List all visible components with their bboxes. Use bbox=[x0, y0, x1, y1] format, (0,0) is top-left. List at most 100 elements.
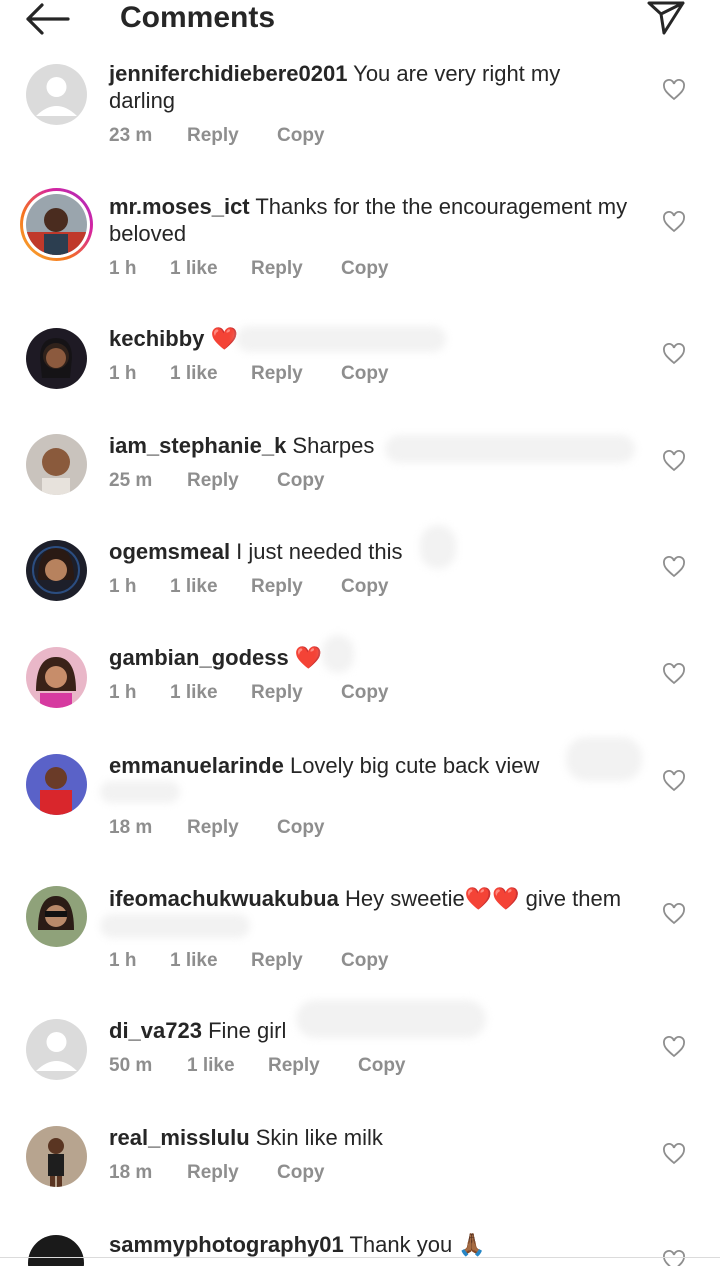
default-avatar-icon bbox=[36, 1032, 77, 1071]
profile-photo bbox=[26, 647, 87, 708]
blur-smudge bbox=[385, 435, 635, 463]
comment-time: 50 m bbox=[109, 1055, 153, 1076]
avatar[interactable] bbox=[26, 1233, 87, 1266]
reply-button[interactable]: Reply bbox=[187, 468, 239, 494]
comment-body: Lovely big cute back view bbox=[283, 753, 540, 778]
avatar[interactable] bbox=[26, 434, 87, 495]
heart-icon[interactable] bbox=[662, 663, 686, 685]
page-title: Comments bbox=[120, 1, 276, 34]
heart-icon[interactable] bbox=[662, 903, 686, 925]
copy-button[interactable]: Copy bbox=[358, 1053, 406, 1079]
comment-time: 23 m bbox=[109, 125, 153, 146]
avatar[interactable] bbox=[26, 540, 87, 601]
comment-body: Skin like milk bbox=[249, 1125, 383, 1150]
reply-button[interactable]: Reply bbox=[251, 680, 303, 706]
heart-icon[interactable] bbox=[662, 343, 686, 365]
heart-icon[interactable] bbox=[662, 450, 686, 472]
comment-time: 1 h bbox=[109, 576, 137, 597]
heart-icon[interactable] bbox=[662, 1143, 686, 1165]
avatar[interactable] bbox=[20, 188, 93, 261]
heart-icon[interactable] bbox=[662, 770, 686, 792]
comment-text: real_misslulu Skin like milk bbox=[109, 1124, 629, 1151]
heart-icon[interactable] bbox=[662, 1250, 686, 1266]
avatar[interactable] bbox=[26, 647, 87, 708]
comment-username[interactable]: emmanuelarinde bbox=[109, 753, 284, 778]
comment-username[interactable]: jenniferchidiebere0201 bbox=[109, 61, 347, 86]
heart-icon[interactable] bbox=[662, 1036, 686, 1058]
reply-button[interactable]: Reply bbox=[251, 574, 303, 600]
comment-text: ifeomachukwuakubua Hey sweetie❤️❤️ give … bbox=[109, 885, 629, 912]
comment-username[interactable]: ifeomachukwuakubua bbox=[109, 886, 339, 911]
avatar[interactable] bbox=[26, 64, 87, 125]
likes-count[interactable]: 1 like bbox=[170, 256, 218, 282]
profile-photo bbox=[26, 540, 87, 601]
copy-button[interactable]: Copy bbox=[277, 468, 325, 494]
avatar[interactable] bbox=[26, 1019, 87, 1080]
blur-smudge bbox=[322, 635, 354, 673]
reply-button[interactable]: Reply bbox=[268, 1053, 320, 1079]
comment-username[interactable]: gambian_godess bbox=[109, 645, 289, 670]
copy-button[interactable]: Copy bbox=[341, 361, 389, 387]
header-bar: Comments bbox=[0, 0, 720, 40]
copy-button[interactable]: Copy bbox=[341, 256, 389, 282]
likes-count[interactable]: 1 like bbox=[170, 680, 218, 706]
comment-username[interactable]: sammyphotography01 bbox=[109, 1232, 344, 1257]
heart-icon[interactable] bbox=[662, 211, 686, 233]
reply-button[interactable]: Reply bbox=[251, 948, 303, 974]
comment-username[interactable]: ogemsmeal bbox=[109, 539, 230, 564]
avatar[interactable] bbox=[26, 328, 87, 389]
likes-count[interactable]: 1 like bbox=[187, 1053, 235, 1079]
comment-body: Thank you 🙏🏾 bbox=[343, 1232, 486, 1257]
heart-icon[interactable] bbox=[662, 556, 686, 578]
comment-text: ogemsmeal I just needed this bbox=[109, 538, 629, 565]
comment-body: ❤️ bbox=[204, 326, 238, 351]
comment-body: Sharpes bbox=[286, 433, 375, 458]
blur-smudge bbox=[296, 1000, 486, 1038]
blur-smudge bbox=[100, 914, 250, 938]
comment-time: 1 h bbox=[109, 682, 137, 703]
copy-button[interactable]: Copy bbox=[341, 680, 389, 706]
comment-username[interactable]: iam_stephanie_k bbox=[109, 433, 286, 458]
copy-button[interactable]: Copy bbox=[277, 1160, 325, 1186]
heart-icon[interactable] bbox=[662, 79, 686, 101]
comment-time: 1 h bbox=[109, 363, 137, 384]
profile-photo bbox=[26, 754, 87, 815]
back-arrow-icon[interactable] bbox=[24, 2, 70, 36]
copy-button[interactable]: Copy bbox=[277, 123, 325, 149]
reply-button[interactable]: Reply bbox=[187, 815, 239, 841]
send-icon[interactable] bbox=[646, 0, 686, 36]
copy-button[interactable]: Copy bbox=[341, 574, 389, 600]
comment-time: 18 m bbox=[109, 1162, 153, 1183]
comment-username[interactable]: mr.moses_ict bbox=[109, 194, 250, 219]
blur-smudge bbox=[420, 525, 456, 569]
comment-item: sammyphotography01 Thank you 🙏🏾 bbox=[0, 1230, 720, 1266]
comment-body: Hey sweetie❤️❤️ give them bbox=[338, 886, 622, 911]
comment-username[interactable]: di_va723 bbox=[109, 1018, 202, 1043]
comment-username[interactable]: real_misslulu bbox=[109, 1125, 250, 1150]
reply-button[interactable]: Reply bbox=[187, 123, 239, 149]
comment-text: sammyphotography01 Thank you 🙏🏾 bbox=[109, 1231, 629, 1258]
comment-time: 18 m bbox=[109, 817, 153, 838]
profile-photo bbox=[26, 194, 87, 255]
avatar[interactable] bbox=[26, 754, 87, 815]
comment-text: emmanuelarinde Lovely big cute back view bbox=[109, 752, 629, 779]
comment-text: jenniferchidiebere0201 You are very righ… bbox=[109, 60, 629, 114]
reply-button[interactable]: Reply bbox=[251, 361, 303, 387]
likes-count[interactable]: 1 like bbox=[170, 948, 218, 974]
likes-count[interactable]: 1 like bbox=[170, 574, 218, 600]
likes-count[interactable]: 1 like bbox=[170, 361, 218, 387]
comment-time: 25 m bbox=[109, 470, 153, 491]
copy-button[interactable]: Copy bbox=[341, 948, 389, 974]
profile-photo bbox=[26, 434, 87, 495]
reply-button[interactable]: Reply bbox=[187, 1160, 239, 1186]
default-avatar-icon bbox=[36, 77, 77, 116]
comment-time: 1 h bbox=[109, 950, 137, 971]
comment-time: 1 h bbox=[109, 258, 137, 279]
copy-button[interactable]: Copy bbox=[277, 815, 325, 841]
profile-photo bbox=[26, 886, 87, 947]
reply-button[interactable]: Reply bbox=[251, 256, 303, 282]
comment-username[interactable]: kechibby bbox=[109, 326, 204, 351]
avatar[interactable] bbox=[26, 886, 87, 947]
comment-body: Fine girl bbox=[201, 1018, 287, 1043]
avatar[interactable] bbox=[26, 1126, 87, 1187]
